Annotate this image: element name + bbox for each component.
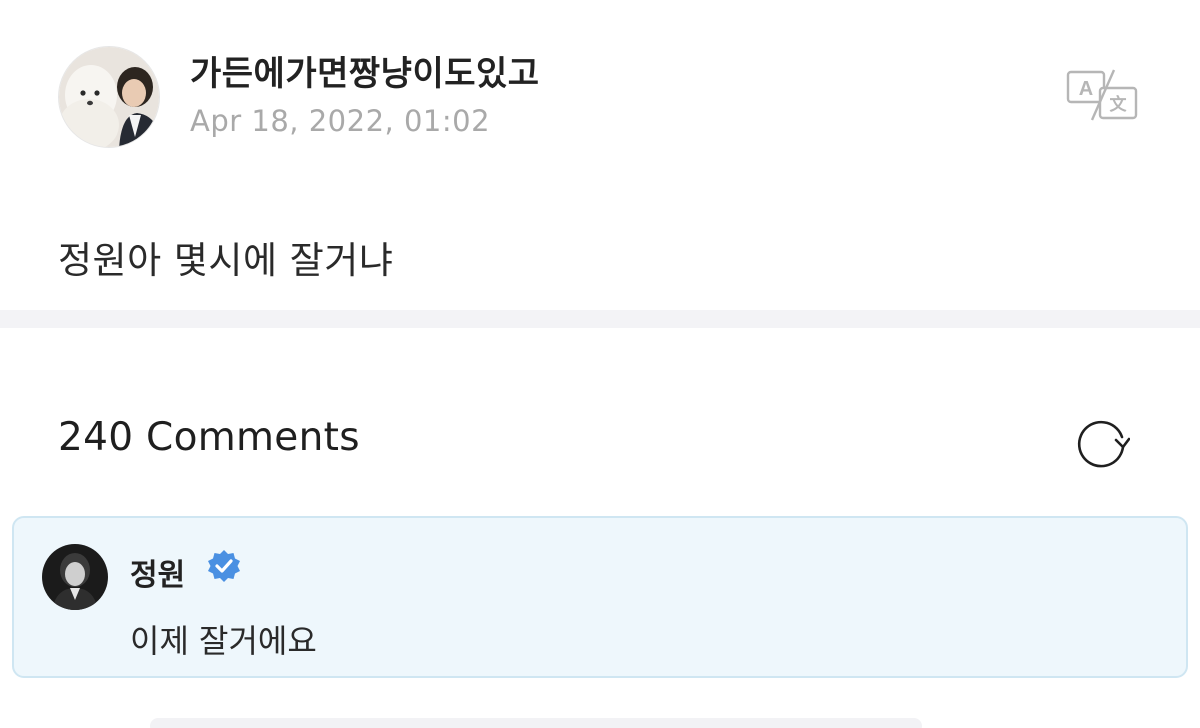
- verified-badge-icon: [206, 548, 242, 584]
- comment-card[interactable]: 정원 이제 잘거에요: [12, 516, 1188, 678]
- post-header: 가든에가면짱냥이도있고 Apr 18, 2022, 01:02 A 文: [0, 0, 1200, 190]
- author-avatar[interactable]: [58, 46, 160, 148]
- svg-text:文: 文: [1110, 94, 1128, 115]
- refresh-icon[interactable]: [1072, 413, 1131, 471]
- section-divider: [0, 310, 1200, 328]
- next-comment-preview: [150, 718, 922, 728]
- translate-icon[interactable]: A 文: [1062, 68, 1140, 122]
- svg-text:A: A: [1079, 78, 1093, 100]
- post-date: Apr 18, 2022, 01:02: [190, 104, 491, 138]
- comment-author[interactable]: 정원: [130, 550, 185, 594]
- comment-avatar[interactable]: [42, 544, 108, 610]
- comments-count: 240 Comments: [58, 415, 360, 460]
- post-body: 정원아 몇시에 잘거냐: [58, 239, 394, 282]
- comment-text: 이제 잘거에요: [130, 622, 317, 660]
- author-name[interactable]: 가든에가면짱냥이도있고: [190, 46, 540, 95]
